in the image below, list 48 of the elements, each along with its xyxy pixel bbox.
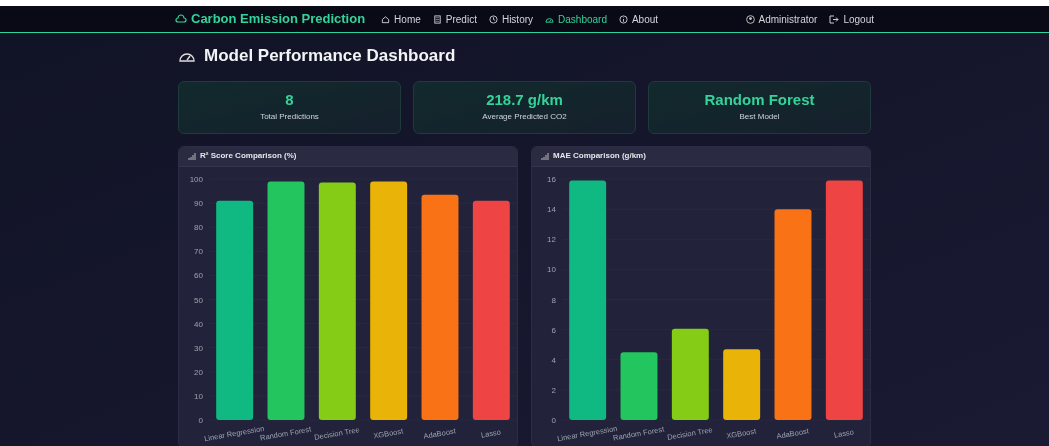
stat-label: Total Predictions <box>260 111 319 124</box>
stat-value: 8 <box>285 90 294 110</box>
calculator-icon <box>432 14 442 24</box>
y-tick-label: 10 <box>194 391 203 401</box>
y-tick-label: 6 <box>551 325 556 335</box>
clock-icon <box>488 14 498 24</box>
stat-label: Average Predicted CO2 <box>482 111 567 124</box>
y-tick-label: 90 <box>194 198 203 208</box>
user-link[interactable]: Administrator <box>745 11 818 27</box>
nav-link[interactable]: Predict <box>432 11 477 27</box>
bar <box>723 348 761 420</box>
bar-chart-icon <box>188 152 196 160</box>
bar-chart-icon <box>541 152 549 160</box>
y-tick-label: 70 <box>194 246 203 256</box>
info-icon <box>618 14 628 24</box>
logout-link[interactable]: Logout <box>829 11 874 27</box>
y-tick-label: 60 <box>194 270 203 280</box>
nav-link[interactable]: History <box>488 11 534 27</box>
logout-icon <box>829 14 840 24</box>
y-tick-label: 14 <box>547 204 556 214</box>
nav-link[interactable]: Home <box>381 11 421 27</box>
y-tick-label: 4 <box>551 355 556 365</box>
stat-value: 218.7 g/km <box>486 90 563 110</box>
chart-title: R² Score Comparison (%) <box>200 150 297 162</box>
y-tick-label: 100 <box>189 174 203 184</box>
bar <box>620 351 658 420</box>
y-tick-label: 30 <box>194 343 203 353</box>
nav-link[interactable]: About <box>618 11 659 27</box>
brand-link[interactable]: Carbon Emission Prediction <box>175 9 366 29</box>
cloud-icon <box>175 14 187 24</box>
y-tick-label: 40 <box>194 319 203 329</box>
y-tick-label: 10 <box>547 264 556 274</box>
y-tick-label: 80 <box>194 222 203 232</box>
y-tick-label: 0 <box>551 415 556 425</box>
page-title: Model Performance Dashboard <box>204 45 456 67</box>
user-icon <box>745 14 755 24</box>
stat-value: Random Forest <box>704 90 815 110</box>
y-tick-label: 8 <box>551 295 556 304</box>
chart-title: MAE Comparison (g/km) <box>553 150 646 162</box>
home-icon <box>381 14 391 24</box>
y-tick-label: 12 <box>547 234 556 244</box>
stat-label: Best Model <box>739 111 780 124</box>
y-tick-label: 50 <box>194 295 203 304</box>
y-tick-label: 20 <box>194 367 203 377</box>
nav-link[interactable]: Dashboard <box>545 11 607 27</box>
y-tick-label: 0 <box>198 415 203 425</box>
y-tick-label: 2 <box>551 385 556 395</box>
y-tick-label: 16 <box>547 174 556 184</box>
